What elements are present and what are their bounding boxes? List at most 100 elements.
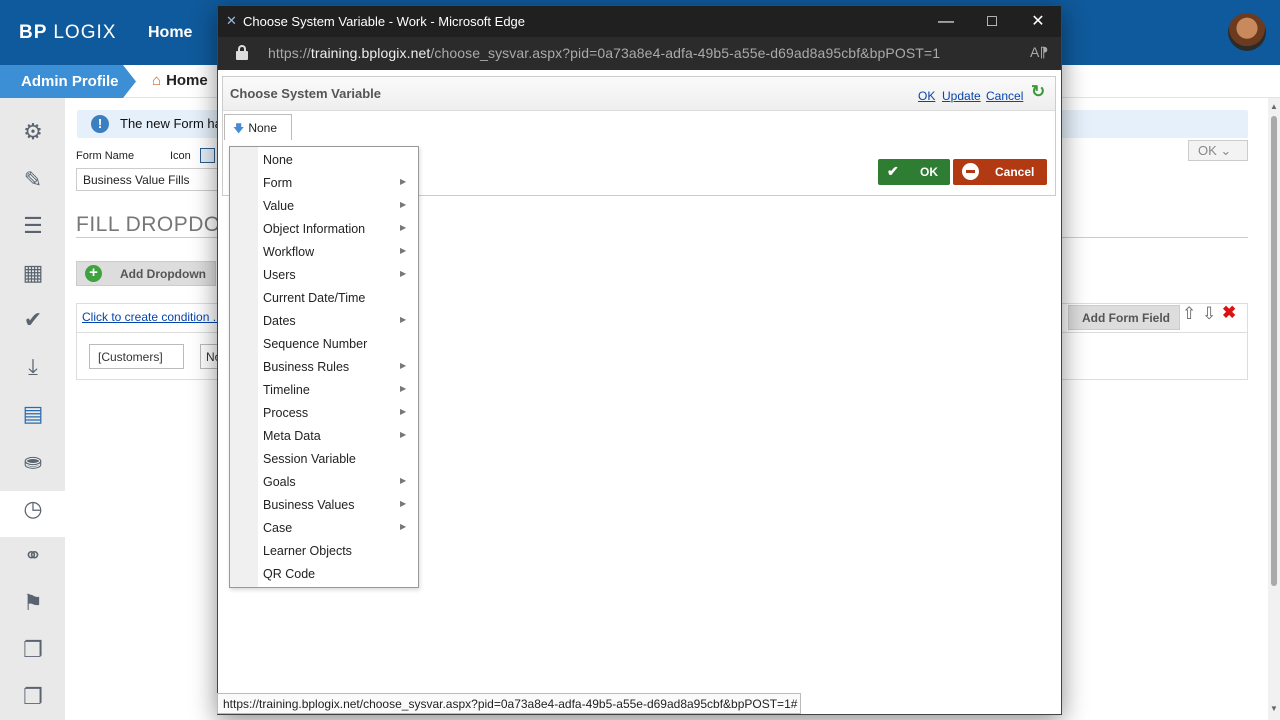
menu-item-case[interactable]: Case ▶ [258,517,418,540]
menu-item-object-information[interactable]: Object Information ▶ [258,218,418,241]
panel-header: Choose System Variable OK Update Cancel … [223,77,1055,111]
menu-item-label: Object Information [263,222,366,236]
list-icon[interactable]: ☰ [19,212,47,240]
menu-item-workflow[interactable]: Workflow ▶ [258,241,418,264]
submenu-arrow-icon: ▶ [400,246,407,255]
window-title: Choose System Variable - Work - Microsof… [243,14,526,29]
settings-gears-icon[interactable]: ⚙ [19,118,47,146]
form-name-label: Form Name [76,150,135,162]
menu-item-label: Current Date/Time [263,291,366,305]
submenu-arrow-icon: ▶ [400,430,407,439]
browser-popup-window: ✕ Choose System Variable - Work - Micros… [217,5,1062,715]
dashboard-icon[interactable]: ◷ [19,495,47,523]
menu-item-qr-code[interactable]: QR Code [258,563,418,586]
menu-item-sequence-number[interactable]: Sequence Number [258,333,418,356]
submenu-arrow-icon: ▶ [400,499,407,508]
left-sidebar: ⚙ ✎ ☰ ▦ ✔ ⤓ ▤ ⛂ ◷ ⚭ ⚑ ❐ ❐ [0,98,65,720]
menu-item-dates[interactable]: Dates ▶ [258,310,418,333]
flag-icon[interactable]: ⚑ [19,589,47,617]
create-condition-link[interactable]: Click to create condition ... [82,310,223,324]
add-form-field-button[interactable]: Add Form Field [1068,305,1180,330]
header-ok-link[interactable]: OK [918,89,935,103]
url-text[interactable]: https://training.bplogix.net/choose_sysv… [268,45,940,61]
submenu-arrow-icon: ▶ [400,223,407,232]
customers-field[interactable]: [Customers] [89,344,184,369]
delete-icon[interactable]: ✖ [1222,303,1236,323]
form-icon-picker[interactable] [200,148,215,163]
lock-icon[interactable] [236,45,248,60]
menu-item-label: Dates [263,314,296,328]
menu-item-label: Goals [263,475,296,489]
menu-item-label: Case [263,521,293,535]
move-down-icon[interactable]: ⇩ [1202,304,1216,324]
scroll-thumb[interactable] [1271,116,1277,586]
menu-item-label: Form [263,176,293,190]
menu-item-label: Workflow [263,245,315,259]
link-icon[interactable]: ⚭ [19,542,47,570]
scroll-down-icon[interactable]: ▼ [1270,704,1278,713]
refresh-icon[interactable]: ↻ [1031,82,1045,102]
copy-stack-icon[interactable]: ❐ [19,683,47,711]
submenu-arrow-icon: ▶ [400,200,407,209]
menu-item-label: Learner Objects [263,544,352,558]
menu-item-label: Business Rules [263,360,350,374]
minus-circle-icon [962,163,979,180]
menu-item-business-rules[interactable]: Business Rules ▶ [258,356,418,379]
breadcrumb-admin-profile[interactable]: Admin Profile [0,65,136,98]
page-scrollbar[interactable]: ▲ ▼ [1268,98,1280,720]
form-icon[interactable]: ▤ [19,400,47,428]
menu-item-business-values[interactable]: Business Values ▶ [258,494,418,517]
menu-item-current-date-time[interactable]: Current Date/Time [258,287,418,310]
copy-icon[interactable]: ❐ [19,636,47,664]
add-dropdown-label: Add Dropdown [120,267,206,281]
edit-icon[interactable]: ✎ [19,166,47,194]
bplogix-logo[interactable]: BP LOGIX [19,22,116,44]
form-name-field[interactable]: Business Value Fills [76,168,226,191]
ok-dropdown[interactable]: OK ⌄ [1188,140,1248,161]
add-dropdown-button[interactable]: + Add Dropdown [76,261,216,286]
ok-button-label: OK [920,165,938,179]
address-bar[interactable]: https://training.bplogix.net/choose_sysv… [218,37,1061,70]
database-add-icon[interactable]: ⛂ [19,448,47,476]
menu-item-learner-objects[interactable]: Learner Objects [258,540,418,563]
table-icon[interactable]: ▦ [19,259,47,287]
nav-home-link[interactable]: Home [148,24,192,42]
breadcrumb-home[interactable]: ⌂ Home [152,72,208,89]
bplogix-favicon-icon: ✕ [226,13,237,28]
breadcrumb-home-label: Home [166,72,208,89]
submenu-arrow-icon: ▶ [400,269,407,278]
menu-item-none[interactable]: None [258,149,418,172]
menu-item-label: Users [263,268,296,282]
read-aloud-icon[interactable]: A⁋ [1030,44,1048,61]
check-icon[interactable]: ✔ [19,306,47,334]
minimize-icon[interactable]: — [923,9,969,35]
header-update-link[interactable]: Update [942,89,981,103]
close-icon[interactable]: ✕ [1015,9,1061,35]
system-variable-menu: None Form ▶ Value ▶ Object Information ▶ Workfl… [229,146,419,588]
ok-button[interactable]: ✔ OK [878,159,950,185]
menu-item-goals[interactable]: Goals ▶ [258,471,418,494]
header-cancel-link[interactable]: Cancel [986,89,1023,103]
maximize-icon[interactable]: □ [969,9,1015,35]
download-icon[interactable]: ⤓ [19,353,47,381]
menu-item-form[interactable]: Form ▶ [258,172,418,195]
submenu-arrow-icon: ▶ [400,315,407,324]
window-titlebar[interactable]: ✕ Choose System Variable - Work - Micros… [218,6,1061,37]
menu-item-value[interactable]: Value ▶ [258,195,418,218]
cancel-button-label: Cancel [995,165,1035,179]
submenu-arrow-icon: ▶ [400,407,407,416]
cancel-button[interactable]: Cancel [953,159,1047,185]
down-arrow-icon: 🡇 [233,123,245,135]
variable-selector[interactable]: 🡇 None [224,114,292,140]
user-avatar[interactable] [1228,13,1266,51]
move-up-icon[interactable]: ⇧ [1182,304,1196,324]
menu-item-label: Business Values [263,498,355,512]
menu-item-users[interactable]: Users ▶ [258,264,418,287]
menu-item-meta-data[interactable]: Meta Data ▶ [258,425,418,448]
submenu-arrow-icon: ▶ [400,522,407,531]
menu-item-timeline[interactable]: Timeline ▶ [258,379,418,402]
menu-item-session-variable[interactable]: Session Variable [258,448,418,471]
scroll-up-icon[interactable]: ▲ [1270,102,1278,111]
icon-label: Icon [170,150,191,162]
menu-item-process[interactable]: Process ▶ [258,402,418,425]
